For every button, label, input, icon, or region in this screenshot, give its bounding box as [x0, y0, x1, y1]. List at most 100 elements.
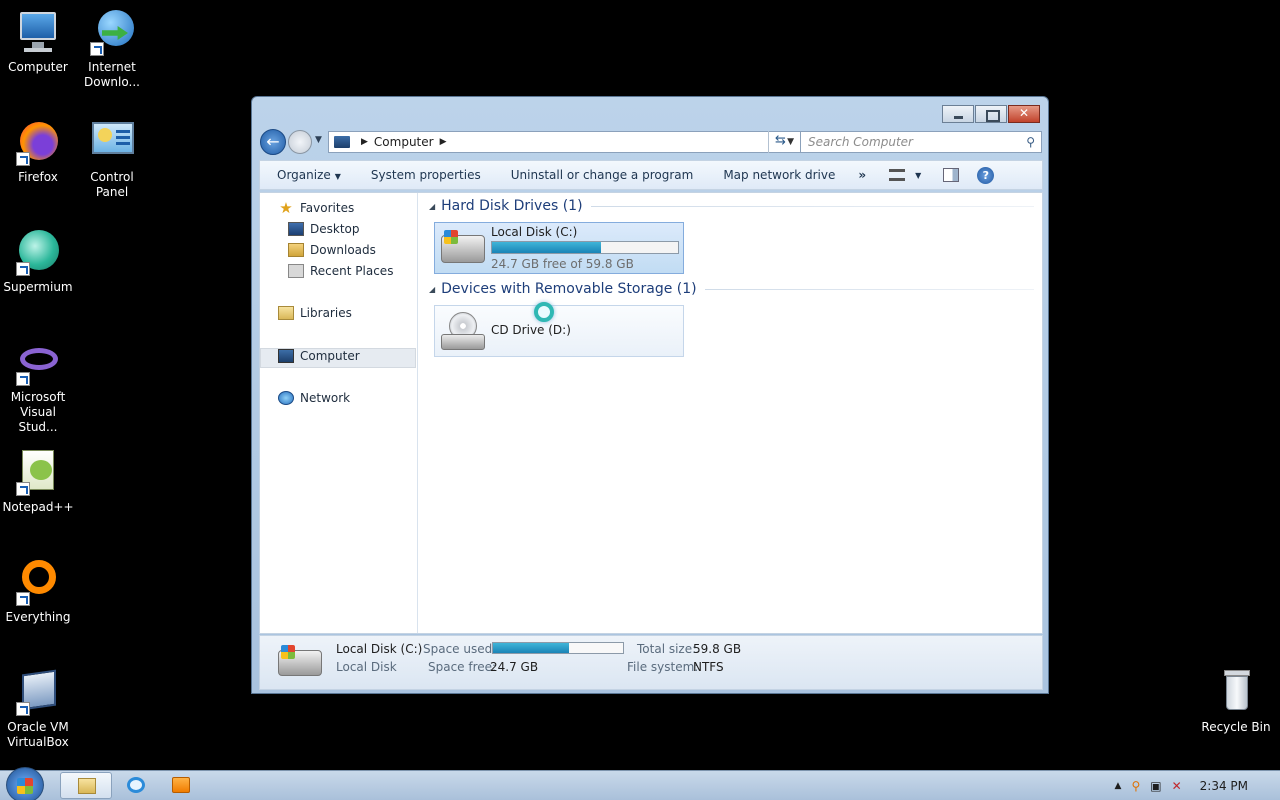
nav-item-computer[interactable]: Computer: [278, 346, 360, 366]
address-row: ← ▼ ▶ Computer ▶ ▼ ⇆ Search Computer ⚲: [260, 129, 1042, 155]
nav-label: Computer: [300, 349, 360, 363]
search-tray-icon[interactable]: ⚲: [1131, 779, 1140, 793]
star-icon: ★: [279, 199, 293, 217]
desktop-icon-visual-studio[interactable]: Microsoft Visual Stud...: [0, 338, 76, 435]
space-used-label: Space used:: [423, 642, 497, 656]
nav-label: Downloads: [310, 243, 376, 257]
address-bar[interactable]: ▶ Computer ▶ ▼: [328, 131, 801, 153]
close-button[interactable]: [1008, 105, 1040, 123]
collapse-triangle-icon[interactable]: ◢: [429, 202, 435, 211]
volume-muted-icon[interactable]: ✕: [1172, 779, 1182, 793]
supermium-icon: [14, 228, 62, 276]
help-icon[interactable]: ?: [977, 166, 995, 184]
taskbar-media-player-button[interactable]: [155, 772, 207, 799]
control-panel-icon: [88, 118, 136, 166]
uninstall-program-button[interactable]: Uninstall or change a program: [496, 168, 709, 182]
libraries-icon: [278, 306, 294, 320]
show-hidden-icons-button[interactable]: ▲: [1115, 781, 1122, 791]
space-used-fill: [493, 643, 570, 653]
back-button[interactable]: ←: [260, 129, 286, 155]
group-divider: [590, 205, 1034, 207]
desktop-icon-label: Internet Downlo...: [84, 60, 140, 89]
breadcrumb-arrow-icon[interactable]: ▶: [361, 137, 368, 147]
recent-places-icon: [288, 264, 304, 278]
breadcrumb-computer[interactable]: Computer: [374, 135, 434, 149]
desktop-icon-computer[interactable]: Computer: [0, 8, 76, 75]
more-commands-button[interactable]: »: [850, 168, 874, 182]
clock[interactable]: 2:34 PM: [1200, 779, 1248, 793]
desktop-icon-label: Recycle Bin: [1201, 720, 1271, 734]
desktop-icon-virtualbox[interactable]: Oracle VM VirtualBox: [0, 668, 76, 750]
desktop-icon-label: Everything: [5, 610, 71, 624]
busy-cursor-icon: [534, 302, 554, 322]
computer-icon: [334, 136, 350, 148]
visual-studio-icon: [14, 338, 62, 386]
refresh-button[interactable]: ⇆: [768, 131, 792, 153]
nav-label: Libraries: [300, 306, 352, 320]
map-network-drive-button[interactable]: Map network drive: [708, 168, 850, 182]
desktop-icon-label: Firefox: [18, 170, 58, 184]
notepadpp-icon: [14, 448, 62, 496]
desktop-icon-label: Microsoft Visual Stud...: [10, 390, 66, 434]
desktop-icon-notepadpp[interactable]: Notepad++: [0, 448, 76, 515]
maximize-button[interactable]: [975, 105, 1007, 123]
recycle-bin-icon: [1212, 668, 1260, 716]
group-title: Hard Disk Drives (1): [441, 198, 583, 214]
nav-item-recent-places[interactable]: Recent Places: [288, 261, 393, 281]
search-placeholder: Search Computer: [808, 135, 913, 149]
explorer-window: ← ▼ ▶ Computer ▶ ▼ ⇆ Search Computer ⚲ O…: [251, 96, 1049, 694]
taskbar-explorer-button[interactable]: [60, 772, 112, 799]
nav-item-network[interactable]: Network: [278, 388, 350, 408]
group-header-removable-storage[interactable]: ◢ Devices with Removable Storage (1): [429, 281, 1034, 297]
drive-tile-cd-drive-d[interactable]: CD Drive (D:): [434, 302, 684, 357]
window-controls: [941, 105, 1040, 123]
nav-item-favorites[interactable]: ★ Favorites: [278, 198, 354, 218]
desktop-icon-recycle-bin[interactable]: Recycle Bin: [1198, 668, 1274, 735]
forward-button[interactable]: [288, 130, 312, 154]
firefox-icon: [14, 118, 62, 166]
start-button[interactable]: [6, 767, 44, 800]
desktop-icon-label: Oracle VM VirtualBox: [7, 720, 69, 749]
collapse-triangle-icon[interactable]: ◢: [429, 285, 435, 294]
breadcrumb-arrow-icon[interactable]: ▶: [440, 137, 447, 147]
nav-label: Favorites: [300, 201, 355, 215]
virtualbox-icon: [14, 668, 62, 716]
recent-pages-dropdown[interactable]: ▼: [315, 135, 322, 145]
group-header-hard-disk-drives[interactable]: ◢ Hard Disk Drives (1): [429, 198, 1034, 214]
organize-button[interactable]: Organize ▼: [260, 168, 356, 182]
main-pane: ◢ Hard Disk Drives (1) Local Disk (C:) 2…: [419, 193, 1042, 633]
drive-name: CD Drive (D:): [491, 323, 571, 337]
search-input[interactable]: Search Computer ⚲: [800, 131, 1042, 153]
desktop-icon-control-panel[interactable]: Control Panel: [74, 118, 150, 200]
desktop-icon-everything[interactable]: Everything: [0, 558, 76, 625]
system-properties-button[interactable]: System properties: [356, 168, 496, 182]
content-area: ★ Favorites Desktop Downloads Recent Pla…: [259, 192, 1043, 634]
folder-icon: [78, 778, 96, 794]
nav-item-downloads[interactable]: Downloads: [288, 240, 376, 260]
drive-tile-local-disk-c[interactable]: Local Disk (C:) 24.7 GB free of 59.8 GB: [434, 222, 684, 274]
windows-logo-icon: [17, 778, 33, 794]
network-tray-icon[interactable]: ▣: [1150, 779, 1161, 793]
view-options-dropdown[interactable]: ▼: [915, 171, 921, 180]
preview-pane-icon[interactable]: [943, 168, 960, 182]
back-arrow-icon: ←: [266, 132, 280, 151]
search-icon[interactable]: ⚲: [1026, 132, 1035, 152]
drive-usage-bar: [491, 241, 679, 254]
change-view-icon[interactable]: [889, 169, 906, 181]
computer-icon: [14, 8, 62, 56]
minimize-button[interactable]: [942, 105, 974, 123]
nav-item-libraries[interactable]: Libraries: [278, 303, 352, 323]
nav-label: Recent Places: [310, 264, 394, 278]
desktop-icon-supermium[interactable]: Supermium: [0, 228, 76, 295]
system-tray: ▲ ⚲ ▣ ✕ 2:34 PM: [1115, 771, 1280, 800]
file-system-value: NTFS: [693, 660, 724, 674]
computer-icon: [278, 349, 294, 363]
desktop-icon-label: Computer: [8, 60, 68, 74]
file-system-label: File system:: [627, 660, 699, 674]
desktop-icon-internet-download-manager[interactable]: Internet Downlo...: [74, 8, 150, 90]
cd-drive-icon: [441, 312, 485, 352]
desktop-icon-firefox[interactable]: Firefox: [0, 118, 76, 185]
internet-download-manager-icon: [88, 8, 136, 56]
nav-item-desktop[interactable]: Desktop: [288, 219, 360, 239]
drive-free-space: 24.7 GB free of 59.8 GB: [491, 257, 634, 271]
